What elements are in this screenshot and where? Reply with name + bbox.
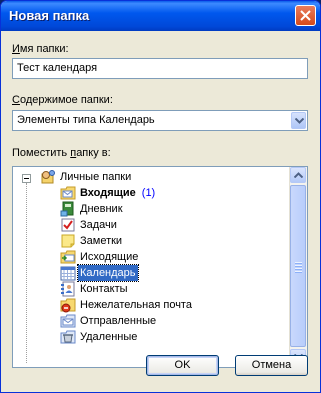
outbox-icon — [60, 250, 76, 264]
deleted-items-icon — [60, 330, 76, 344]
collapse-toggle[interactable] — [22, 174, 31, 183]
tree-item-label: Нежелательная почта — [80, 299, 192, 311]
tree-guide-line — [26, 183, 28, 363]
tree-item-label: Календарь — [77, 264, 139, 282]
folder-contents-select[interactable]: Элементы типа Календарь — [12, 110, 308, 131]
title-bar[interactable]: Новая папка — [1, 1, 320, 31]
tree-item-label: Исходящие — [80, 251, 139, 263]
notes-icon — [61, 234, 75, 248]
tree-item-label: Удаленные — [80, 331, 138, 343]
close-button[interactable] — [295, 5, 316, 26]
junk-mail-icon — [60, 298, 76, 313]
contacts-icon — [61, 281, 75, 297]
chevron-up-icon — [294, 172, 303, 178]
tree-item-label: Отправленные — [80, 315, 157, 327]
folder-tree[interactable]: Личные папки Входящие (1) Дневник Задачи… — [12, 166, 308, 368]
inbox-icon — [60, 186, 76, 200]
folder-contents-label: Содержимое папки: — [12, 94, 113, 106]
tree-item-label: Дневник — [80, 203, 123, 215]
cancel-button[interactable]: Отмена — [235, 355, 308, 376]
close-icon — [300, 10, 311, 21]
tree-item-label: Входящие (1) — [80, 187, 156, 199]
folder-contents-dropdown-button[interactable] — [291, 112, 306, 129]
tree-root-label: Личные папки — [60, 171, 132, 183]
calendar-icon — [60, 266, 76, 281]
window-title: Новая папка — [9, 8, 90, 23]
dialog-body: Имя папки: Тест календаря Содержимое пап… — [4, 31, 317, 391]
ok-button[interactable]: OK — [146, 355, 219, 376]
tree-item-label: Контакты — [80, 283, 128, 295]
folder-contents-value: Элементы типа Календарь — [17, 114, 155, 126]
scroll-thumb[interactable] — [290, 185, 306, 347]
tree-item-label: Задачи — [80, 219, 117, 231]
personal-folders-icon — [41, 170, 55, 184]
tasks-icon — [61, 218, 75, 232]
folder-name-label: Имя папки: — [12, 43, 69, 55]
tree-item-label: Заметки — [80, 235, 123, 247]
chevron-down-icon — [295, 118, 304, 124]
new-folder-dialog: Новая папка Имя папки: Тест календаря Со… — [0, 0, 321, 393]
scroll-up-button[interactable] — [290, 167, 306, 183]
journal-icon — [60, 201, 74, 217]
place-folder-label: Поместить папку в: — [12, 147, 111, 159]
sent-items-icon — [60, 314, 76, 328]
folder-name-input[interactable]: Тест календаря — [12, 58, 308, 79]
tree-vertical-scrollbar[interactable] — [289, 167, 307, 367]
